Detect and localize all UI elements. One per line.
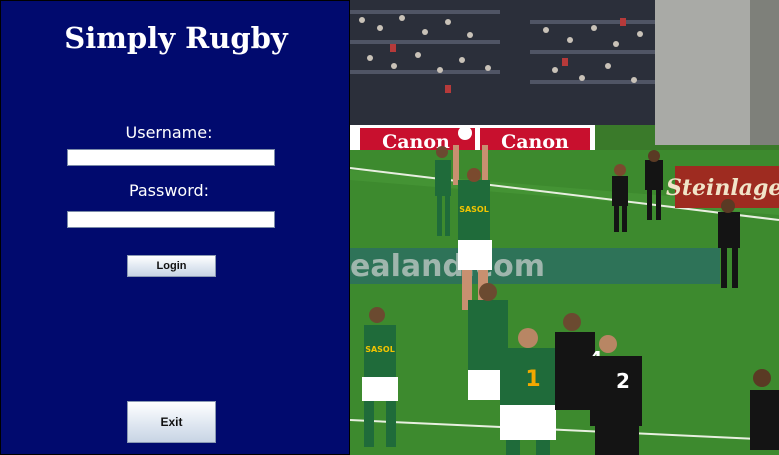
jersey-sponsor-text: SASOL bbox=[459, 205, 489, 214]
login-panel: Simply Rugby Username: Password: Login E… bbox=[0, 0, 350, 455]
rugby-lineout-photo: Canon Canon Steinlager ealand.com bbox=[350, 0, 779, 455]
jersey-sponsor-text: SASOL bbox=[365, 345, 395, 354]
ad-board-text: Canon bbox=[501, 131, 569, 153]
username-label: Username: bbox=[125, 123, 213, 142]
login-button[interactable]: Login bbox=[127, 255, 216, 277]
password-input[interactable] bbox=[67, 211, 275, 228]
ad-board-text: Steinlager bbox=[666, 175, 779, 201]
app-title: Simply Rugby bbox=[64, 21, 288, 55]
login-window: Simply Rugby Username: Password: Login E… bbox=[0, 0, 779, 455]
jersey-number: 2 bbox=[616, 369, 630, 393]
pitch-sponsor-text: ealand.com bbox=[350, 249, 545, 284]
exit-button[interactable]: Exit bbox=[127, 401, 216, 443]
password-label: Password: bbox=[128, 181, 210, 200]
jersey-number: 1 bbox=[525, 367, 540, 392]
username-input[interactable] bbox=[67, 149, 275, 166]
